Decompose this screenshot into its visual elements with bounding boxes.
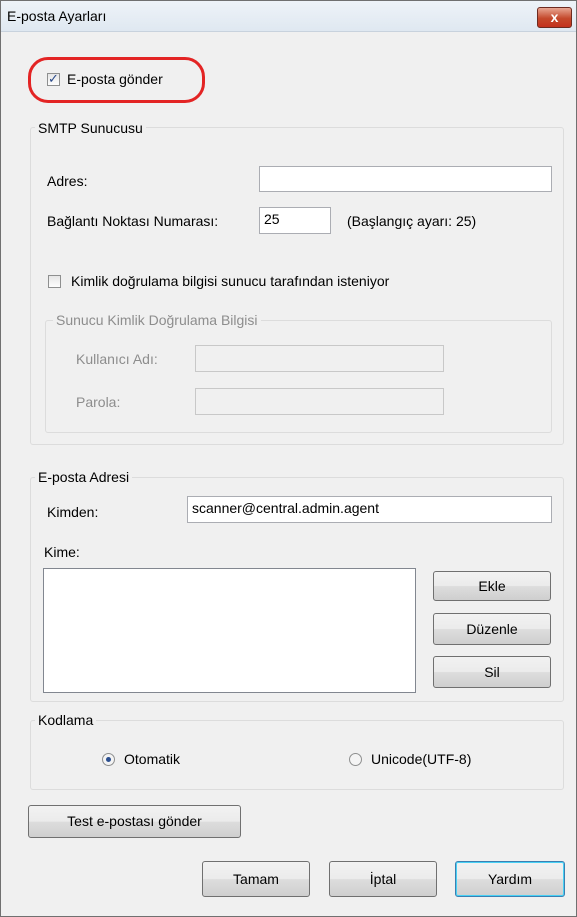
encoding-group-title: Kodlama	[35, 712, 97, 728]
close-button[interactable]: x	[537, 7, 572, 28]
auth-required-label[interactable]: Kimlik doğrulama bilgisi sunucu tarafınd…	[71, 273, 389, 289]
window-title: E-posta Ayarları	[7, 8, 107, 24]
cancel-button[interactable]: İptal	[329, 861, 437, 897]
email-settings-dialog: E-posta Ayarları x E-posta gönder SMTP S…	[0, 0, 577, 917]
port-input[interactable]: 25	[259, 207, 331, 234]
address-input[interactable]	[259, 166, 552, 192]
ok-button[interactable]: Tamam	[202, 861, 310, 897]
delete-button[interactable]: Sil	[433, 656, 551, 688]
encoding-unicode-label[interactable]: Unicode(UTF-8)	[371, 751, 471, 767]
test-email-button[interactable]: Test e-postası gönder	[28, 805, 241, 838]
encoding-unicode-radio[interactable]	[349, 753, 362, 766]
to-recipients-list[interactable]	[43, 568, 416, 693]
address-label: Adres:	[47, 173, 88, 189]
send-email-label[interactable]: E-posta gönder	[67, 71, 163, 87]
smtp-group-title: SMTP Sunucusu	[35, 120, 146, 136]
encoding-auto-label[interactable]: Otomatik	[124, 751, 180, 767]
add-button[interactable]: Ekle	[433, 571, 551, 601]
title-bar: E-posta Ayarları x	[1, 1, 576, 32]
send-email-checkbox[interactable]	[47, 71, 60, 87]
auth-required-checkbox[interactable]	[48, 275, 61, 288]
port-label: Bağlantı Noktası Numarası:	[47, 213, 219, 229]
from-input[interactable]: scanner@central.admin.agent	[187, 496, 552, 523]
edit-button[interactable]: Düzenle	[433, 613, 551, 645]
from-label: Kimden:	[47, 504, 99, 520]
auth-info-group	[45, 320, 552, 433]
password-input[interactable]	[195, 388, 444, 415]
email-address-group-title: E-posta Adresi	[35, 469, 133, 485]
encoding-auto-radio[interactable]	[102, 753, 115, 766]
help-button[interactable]: Yardım	[455, 861, 565, 897]
username-label: Kullanıcı Adı:	[76, 351, 158, 367]
username-input[interactable]	[195, 345, 444, 372]
password-label: Parola:	[76, 394, 121, 410]
port-default-hint: (Başlangıç ayarı: 25)	[347, 213, 477, 229]
auth-group-title: Sunucu Kimlik Doğrulama Bilgisi	[53, 312, 261, 328]
to-label: Kime:	[44, 544, 80, 560]
